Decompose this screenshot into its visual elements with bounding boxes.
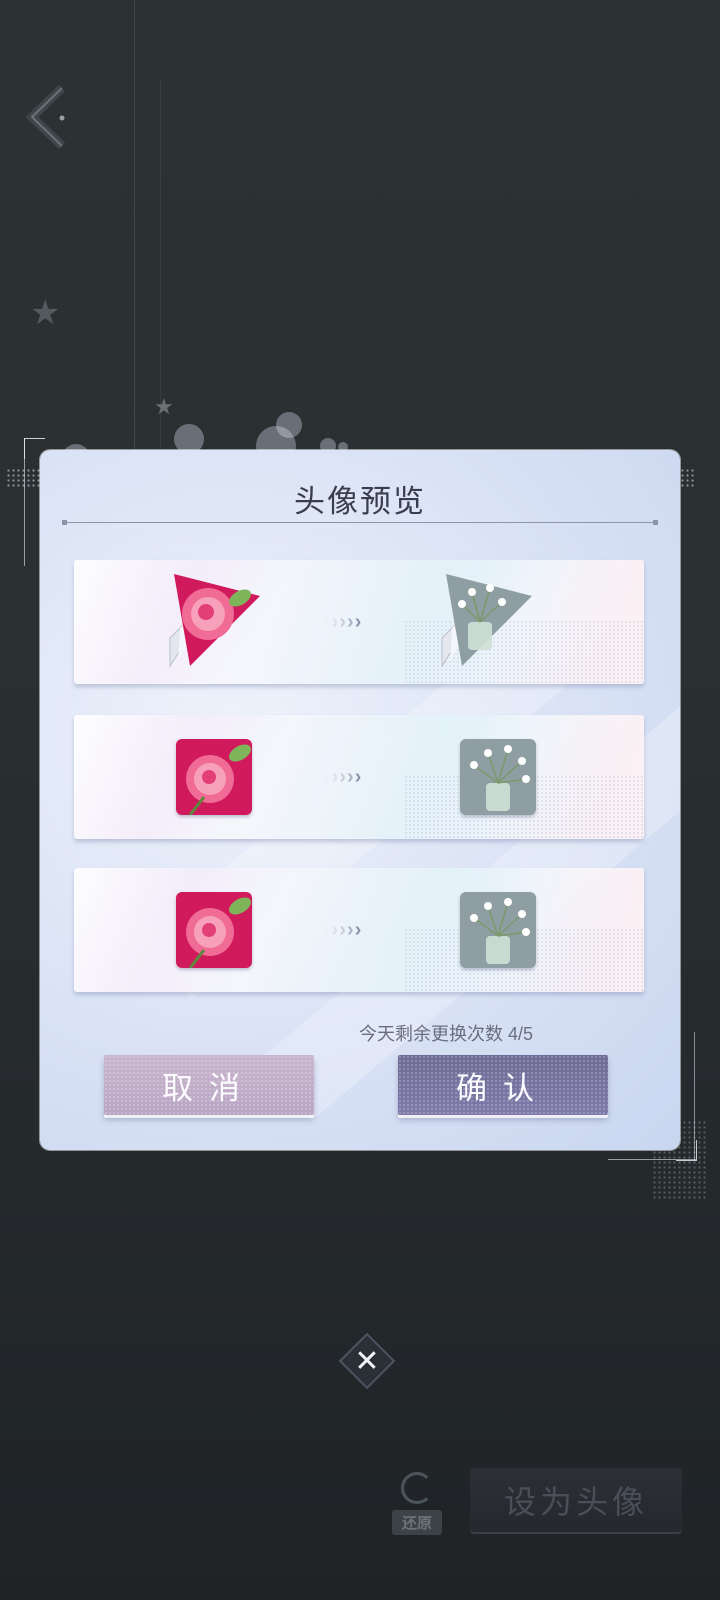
dot-pattern <box>6 468 40 488</box>
restore-icon <box>401 1472 433 1504</box>
close-button[interactable]: ✕ <box>336 1330 398 1392</box>
preview-row-triangle: › › › › › <box>74 560 644 684</box>
frame-corner <box>694 1032 695 1160</box>
frame-corner <box>24 438 25 566</box>
peony-avatar-triangle <box>160 568 270 678</box>
bubble-decor <box>276 412 302 438</box>
cancel-button[interactable]: 取消 <box>104 1055 314 1115</box>
peony-avatar-square <box>176 739 252 815</box>
remaining-changes-text: 今天剩余更换次数 4/5 <box>358 1024 534 1044</box>
transition-arrows: › › › › › <box>324 611 362 633</box>
vase-avatar-square <box>460 739 536 815</box>
preview-row-square-small: › › › › › <box>74 868 644 992</box>
avatar-preview-dialog: 头像预览 › › › › › › › › › › › › › › › 今天剩余更… <box>40 450 680 1150</box>
back-arrow-icon[interactable] <box>22 82 74 152</box>
vase-avatar-square <box>460 892 536 968</box>
star-icon: ★ <box>30 294 61 332</box>
peony-avatar-square <box>176 892 252 968</box>
set-avatar-button[interactable]: 设为头像 <box>470 1468 682 1532</box>
vase-avatar-triangle <box>432 568 542 678</box>
restore-button[interactable]: 还原 <box>392 1472 442 1536</box>
star-icon: ★ <box>154 394 174 419</box>
transition-arrows: › › › › › <box>324 919 362 941</box>
frame-corner <box>608 1159 696 1160</box>
preview-row-square-large: › › › › › <box>74 715 644 839</box>
confirm-button[interactable]: 确认 <box>398 1055 608 1115</box>
dialog-title: 头像预览 <box>294 484 426 519</box>
title-divider <box>62 520 658 525</box>
transition-arrows: › › › › › <box>324 766 362 788</box>
restore-label: 还原 <box>392 1510 442 1535</box>
background-line <box>134 0 135 520</box>
close-icon: ✕ <box>354 1344 380 1378</box>
